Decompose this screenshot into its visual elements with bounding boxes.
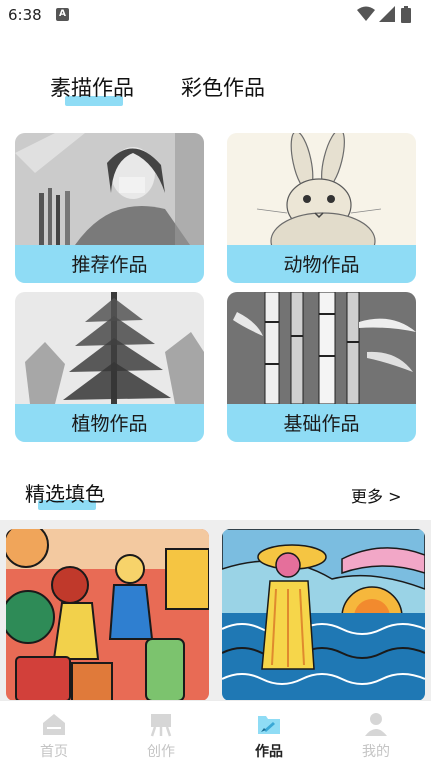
- girl-sketch-image: [15, 133, 204, 245]
- section-title: 精选填色: [25, 482, 105, 506]
- artwork-icon: [258, 716, 280, 734]
- card-label: 动物作品: [283, 254, 360, 276]
- tab-color-works[interactable]: 彩色作品: [181, 72, 265, 102]
- beach-girl-image: [222, 529, 425, 701]
- nav-label: 我的: [362, 744, 390, 760]
- card-label: 植物作品: [71, 413, 148, 435]
- bottom-navigation: 首页 创作 作品 我的: [0, 700, 431, 766]
- tab-sketch-works[interactable]: 素描作品: [50, 72, 134, 102]
- profile-icon: [365, 713, 387, 736]
- girls-with-luggage-image: [6, 529, 209, 701]
- tab-label: 彩色作品: [181, 76, 265, 100]
- home-icon: [43, 714, 65, 735]
- nav-label: 创作: [147, 744, 175, 760]
- wifi-icon: [357, 6, 375, 21]
- category-card-animals[interactable]: 动物作品: [227, 133, 416, 283]
- more-link[interactable]: 更多 >: [351, 483, 402, 507]
- tab-label: 素描作品: [50, 76, 134, 100]
- category-card-basics[interactable]: 基础作品: [227, 292, 416, 442]
- easel-icon: [150, 714, 172, 737]
- signal-icon: [379, 6, 395, 22]
- nav-item-home[interactable]: 首页: [24, 709, 84, 761]
- a-badge-icon: A: [56, 8, 69, 21]
- category-card-plants[interactable]: 植物作品: [15, 292, 204, 442]
- system-icons: [357, 6, 423, 24]
- battery-icon: [401, 6, 411, 23]
- nav-item-create[interactable]: 创作: [131, 709, 191, 761]
- coloring-card-beach-girl[interactable]: [222, 529, 425, 701]
- status-time: 6:38: [8, 6, 42, 24]
- nav-label: 作品: [255, 744, 283, 760]
- category-card-recommended[interactable]: 推荐作品: [15, 133, 204, 283]
- nav-item-works[interactable]: 作品: [239, 709, 299, 761]
- tree-sketch-image: [15, 292, 204, 404]
- bamboo-sketch-image: [227, 292, 416, 404]
- coloring-card-girls-with-luggage[interactable]: [6, 529, 209, 701]
- card-label: 基础作品: [283, 413, 360, 435]
- nav-label: 首页: [40, 744, 68, 760]
- nav-item-profile[interactable]: 我的: [346, 709, 406, 761]
- rabbit-sketch-image: [227, 133, 416, 245]
- card-label: 推荐作品: [71, 254, 148, 276]
- status-bar: 6:38 A: [0, 0, 431, 30]
